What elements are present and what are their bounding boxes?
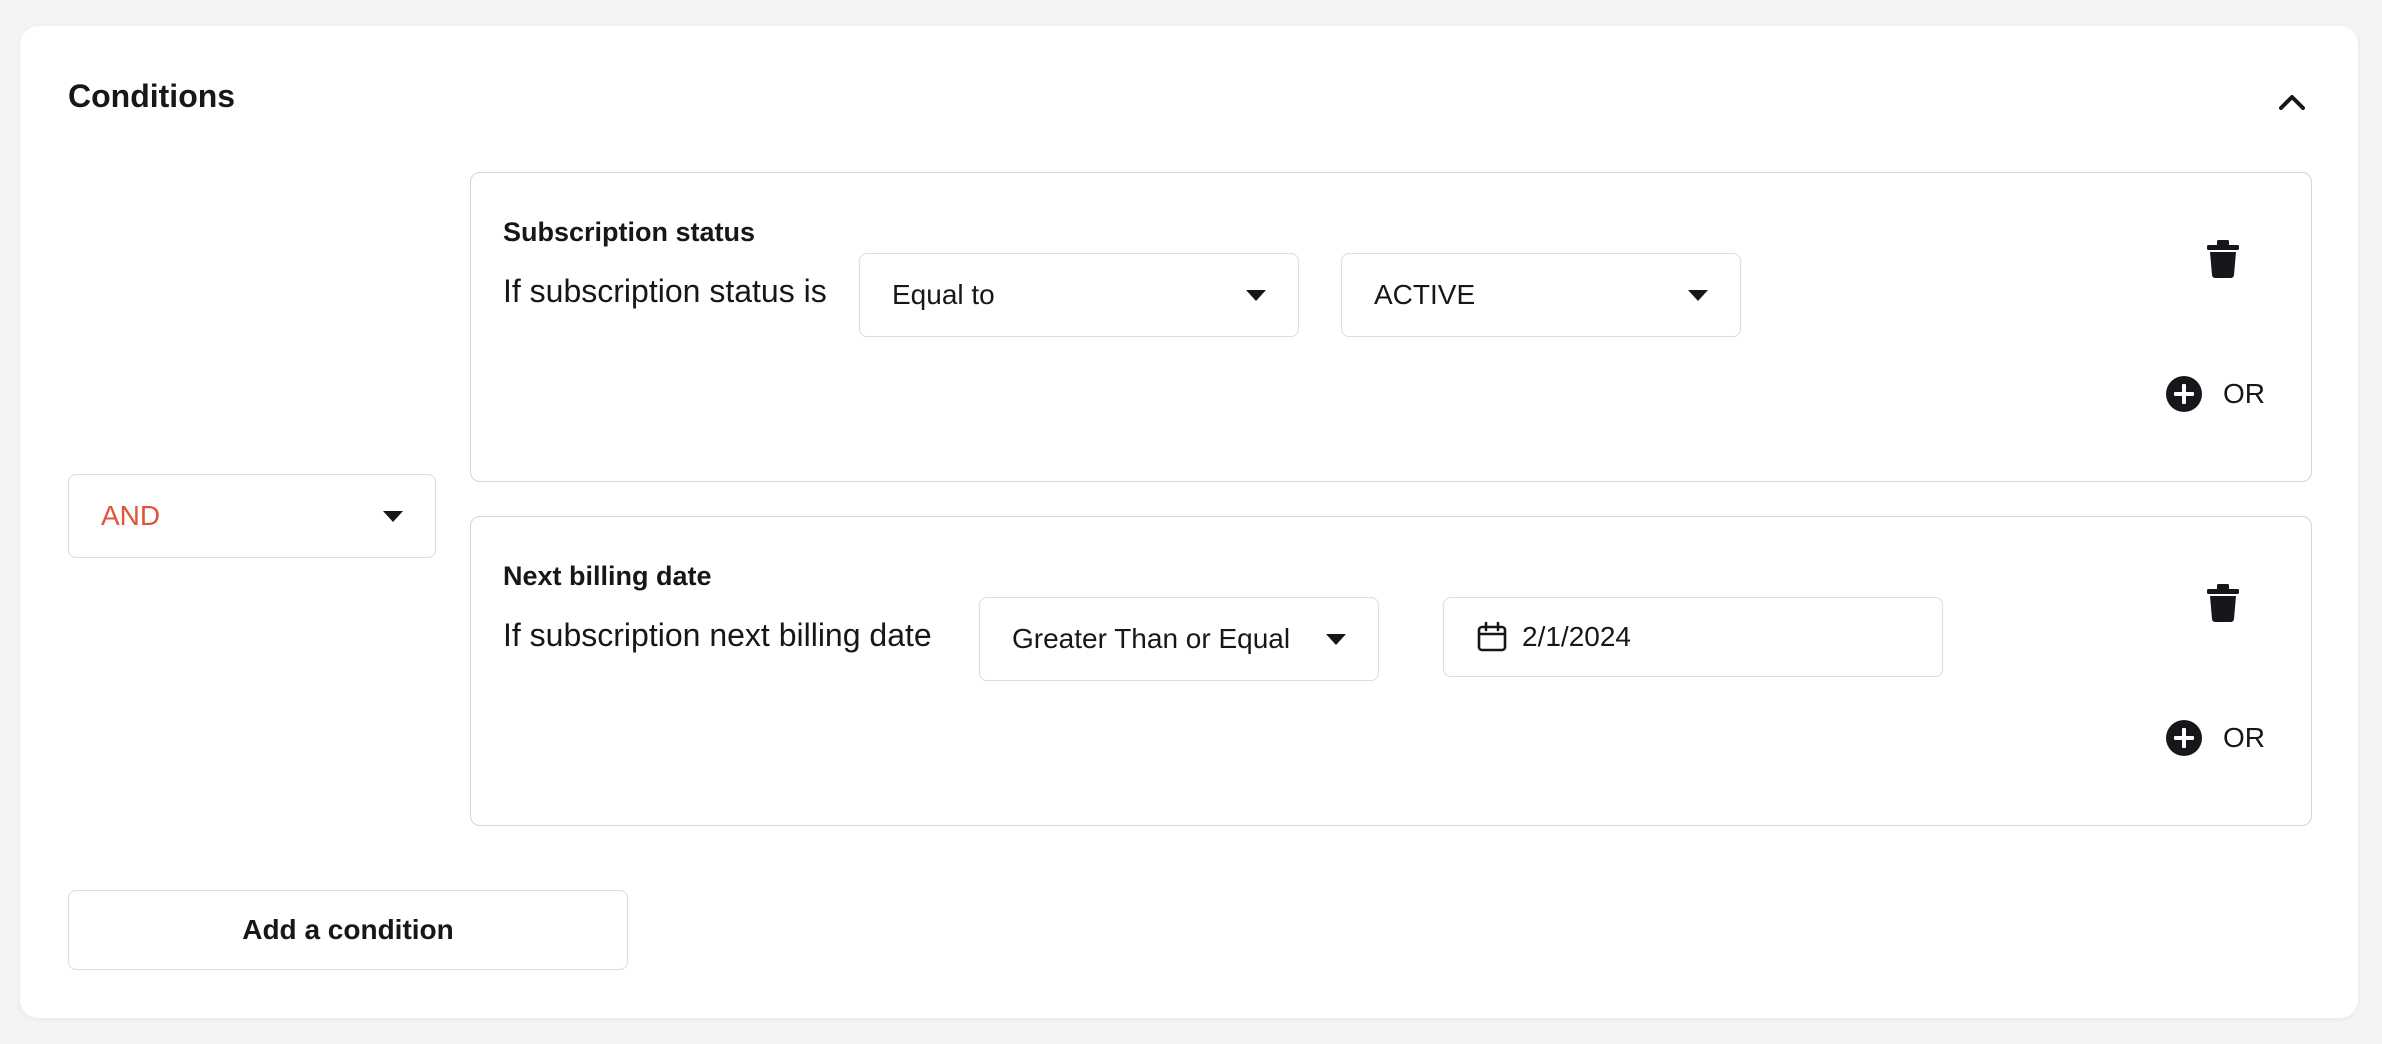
add-or-button[interactable]: OR <box>2165 375 2265 413</box>
collapse-button[interactable] <box>2272 82 2312 122</box>
logic-operator-value: AND <box>101 500 161 531</box>
trash-icon[interactable] <box>2205 239 2241 279</box>
caret-down-icon <box>1688 290 1708 301</box>
condition-label: If subscription next billing date <box>503 617 932 653</box>
section-title: Conditions <box>68 78 236 114</box>
condition-card-next-billing-date: Next billing date If subscription next b… <box>470 516 2312 826</box>
trash-icon[interactable] <box>2205 583 2241 623</box>
date-value: 2/1/2024 <box>1522 621 1631 652</box>
condition-title: Subscription status <box>503 217 756 247</box>
caret-down-icon <box>1326 634 1346 645</box>
conditions-card: Conditions AND Subscription status If su… <box>20 26 2358 1018</box>
condition-card-subscription-status: Subscription status If subscription stat… <box>470 172 2312 482</box>
add-or-button[interactable]: OR <box>2165 719 2265 757</box>
plus-circle-icon <box>2166 720 2202 756</box>
logic-operator-select[interactable]: AND <box>68 474 436 558</box>
operator-select[interactable]: Greater Than or Equal <box>979 597 1379 681</box>
operator-value: Greater Than or Equal <box>1012 623 1291 654</box>
date-input[interactable]: 2/1/2024 <box>1443 597 1943 677</box>
calendar-icon <box>1477 621 1507 652</box>
or-label: OR <box>2223 722 2265 753</box>
operator-value: Equal to <box>892 279 995 310</box>
status-value: ACTIVE <box>1374 279 1476 310</box>
condition-title: Next billing date <box>503 561 712 591</box>
condition-label: If subscription status is <box>503 273 827 309</box>
caret-down-icon <box>383 511 403 522</box>
status-value-select[interactable]: ACTIVE <box>1341 253 1741 337</box>
or-label: OR <box>2223 378 2265 409</box>
operator-select[interactable]: Equal to <box>859 253 1299 337</box>
caret-down-icon <box>1246 290 1266 301</box>
plus-circle-icon <box>2166 376 2202 412</box>
chevron-up-icon <box>2279 95 2305 110</box>
add-condition-button[interactable]: Add a condition <box>68 890 628 970</box>
